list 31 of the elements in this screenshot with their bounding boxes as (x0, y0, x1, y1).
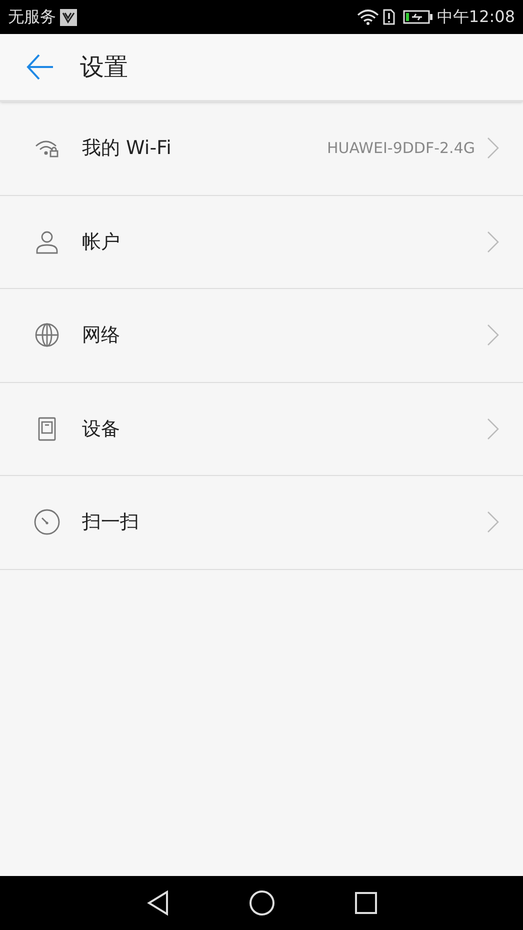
page-title: 设置 (80, 52, 128, 83)
battery-charging-icon (402, 10, 433, 24)
person-icon (35, 230, 59, 254)
chevron-right-icon (487, 511, 499, 534)
nav-home-button[interactable] (248, 890, 274, 916)
settings-row[interactable]: 我的 Wi-Fi HUAWEI-9DDF-2.4G (0, 102, 523, 196)
chevron-right-icon (487, 137, 499, 160)
nav-recents-button[interactable] (354, 892, 376, 914)
row-label: 设备 (82, 416, 120, 442)
device-icon (38, 416, 56, 441)
wifi-icon (356, 9, 379, 25)
nav-back-button[interactable] (146, 890, 168, 916)
settings-row[interactable]: 设备 (0, 382, 523, 476)
app-notification-icon (60, 8, 77, 26)
wifi-name-text: HUAWEI-9DDF-2.4G (326, 138, 475, 159)
clock-text: 中午12:08 (436, 6, 515, 28)
chevron-right-icon (487, 230, 499, 253)
row-label: 帐户 (82, 230, 120, 254)
row-label: 我的 Wi-Fi (82, 136, 172, 161)
chevron-right-icon (487, 418, 499, 440)
row-label: 扫一扫 (82, 510, 139, 535)
wifi-lock-icon (34, 138, 60, 158)
sim-alert-icon (382, 9, 395, 25)
settings-row[interactable]: 帐户 (0, 196, 523, 289)
carrier-text: 无服务 (8, 6, 56, 28)
chevron-right-icon (487, 324, 499, 346)
settings-row[interactable]: 扫一扫 (0, 476, 523, 570)
globe-icon (35, 323, 59, 348)
row-label: 网络 (82, 323, 120, 348)
settings-row[interactable]: 网络 (0, 289, 523, 382)
scan-dial-icon (34, 509, 60, 536)
